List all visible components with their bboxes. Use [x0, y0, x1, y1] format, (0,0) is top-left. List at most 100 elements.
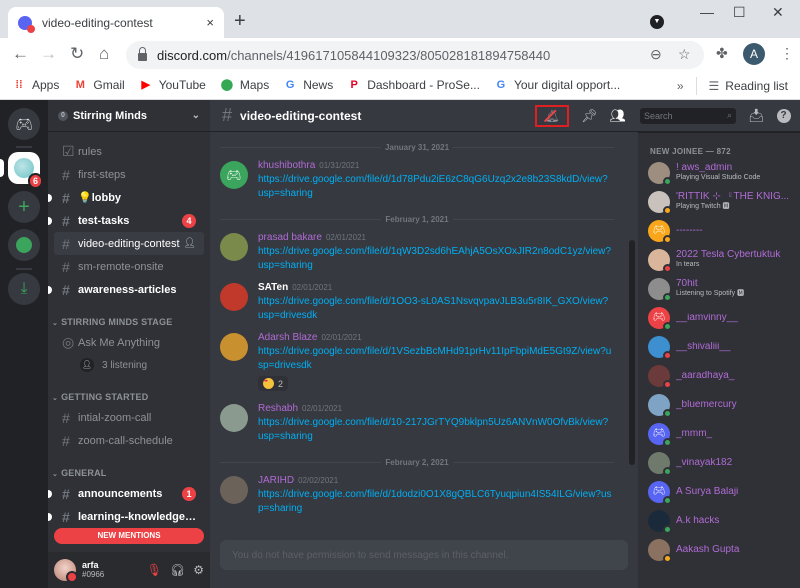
member-item[interactable]: 70hit Listening to Spotify 🅼 [648, 274, 800, 303]
create-invite-icon[interactable]: 👤︎ [183, 238, 196, 249]
bookmarks-overflow-button[interactable]: » [677, 79, 684, 93]
new-tab-button[interactable]: + [234, 10, 246, 33]
message-link[interactable]: https://drive.google.com/file/d/1OO3-sL0… [258, 295, 612, 323]
discord-home-button[interactable]: 🎮︎ [8, 108, 40, 140]
category-getting-started[interactable]: ⌄ GETTING STARTED [48, 384, 210, 406]
user-avatar[interactable] [54, 559, 78, 583]
channel-item[interactable]: # announcements 1 [48, 482, 204, 505]
settings-gear-icon[interactable]: ⚙ [193, 563, 204, 577]
category-general[interactable]: ⌄ GENERAL [48, 460, 210, 482]
search-input[interactable]: Search ⌕ [640, 107, 736, 124]
maximize-button[interactable]: ☐ [733, 4, 746, 21]
home-button[interactable]: ⌂ [99, 44, 109, 64]
member-item[interactable]: _vinayak182 [648, 448, 800, 477]
mute-channel-highlighted-button[interactable]: 🔔︎ [534, 104, 569, 127]
channel-item[interactable]: # intial-zoom-call [54, 406, 204, 429]
bookmark-dashboard-prose[interactable]: P Dashboard - ProSe... [347, 78, 480, 92]
message-header: SATen 02/01/2021 [258, 281, 612, 295]
tab-close-icon[interactable]: × [206, 15, 214, 30]
bookmark-star-icon[interactable]: ☆ [678, 46, 691, 63]
channel-item[interactable]: # 💡lobby [48, 186, 204, 209]
message: SATen 02/01/2021 https://drive.google.com/… [210, 277, 628, 327]
zoom-out-icon[interactable]: ⊖ [650, 46, 662, 63]
channel-item[interactable]: # test-tasks 4 [48, 209, 204, 232]
channel-item[interactable]: ☑ rules [54, 140, 204, 163]
extensions-puzzle-icon[interactable]: ✤ [716, 45, 728, 62]
bookmark-apps[interactable]: ⁞⁞ Apps [12, 78, 59, 92]
message-avatar[interactable] [220, 283, 248, 311]
menu-kebab-icon[interactable]: ⋮ [780, 45, 794, 62]
message-avatar[interactable]: 🎮︎ [220, 161, 248, 189]
profile-avatar[interactable]: A [743, 43, 765, 65]
channel-item[interactable]: # first-steps [54, 163, 204, 186]
inbox-icon[interactable]: 📥︎ [748, 108, 765, 124]
message-author[interactable]: prasad bakare [258, 232, 322, 243]
message-author[interactable]: khushibothra [258, 160, 315, 171]
stage-channel[interactable]: ◎ Ask Me Anything [54, 331, 204, 354]
member-item[interactable]: 🎮︎ -------- [648, 216, 800, 245]
member-text: _vinayak182 [676, 458, 796, 468]
member-item[interactable]: 🎮︎ _mmm_ [648, 419, 800, 448]
add-server-button[interactable]: + [8, 191, 40, 223]
message-author[interactable]: SATen [258, 282, 288, 293]
member-item[interactable]: 🎮︎ __iamvinny__ [648, 303, 800, 332]
bookmark-gmail[interactable]: M Gmail [73, 78, 125, 92]
pinned-messages-icon[interactable]: 📌︎ [581, 108, 598, 124]
member-list-toggle-icon[interactable]: 👥︎ [609, 108, 626, 124]
address-bar[interactable]: discord.com/channels/419617105844109323/… [126, 41, 704, 69]
message-author[interactable]: Reshabh [258, 403, 298, 414]
member-item[interactable]: Aakash Gupta [648, 535, 800, 564]
bookmark-maps[interactable]: ⬤ Maps [220, 78, 270, 92]
reload-button[interactable]: ↻ [70, 44, 84, 64]
server-header[interactable]: 0 Stirring Minds ⌄ [48, 100, 210, 132]
message-link[interactable]: https://drive.google.com/file/d/1VSezbBc… [258, 345, 612, 373]
member-item[interactable]: 🎮︎ A Surya Balaji [648, 477, 800, 506]
member-item[interactable]: _aaradhaya_ [648, 361, 800, 390]
channel-item[interactable]: # video-editing-contest 👤︎ [54, 232, 204, 255]
message-author[interactable]: Adarsh Blaze [258, 332, 317, 343]
search-icon: ⌕ [726, 110, 732, 120]
channel-item[interactable]: # sm-remote-onsite [54, 255, 204, 278]
status-online-icon [663, 466, 672, 476]
member-item[interactable]: A.k hacks [648, 506, 800, 535]
channel-item[interactable]: # awareness-articles [48, 278, 204, 301]
reaction-button[interactable]: 2 [258, 376, 289, 391]
back-button[interactable]: ← [12, 44, 29, 64]
headphones-icon[interactable]: 🎧︎ [170, 563, 185, 577]
channel-item[interactable]: # zoom-call-schedule [54, 429, 204, 452]
category-stage[interactable]: ⌄ STIRRING MINDS STAGE [48, 309, 210, 331]
message-link[interactable]: https://drive.google.com/file/d/1dodzi0O… [258, 488, 612, 516]
minimize-button[interactable]: — [700, 4, 714, 20]
message-link[interactable]: https://drive.google.com/file/d/1d78Pdu2… [258, 173, 612, 201]
message-avatar[interactable] [220, 404, 248, 432]
help-icon[interactable]: ? [776, 108, 791, 123]
channel-name: zoom-call-schedule [78, 434, 173, 447]
close-window-button[interactable]: ✕ [772, 4, 784, 21]
mute-mic-icon[interactable]: 🎙︎ [147, 563, 162, 577]
bookmark-your-digital-opport[interactable]: G Your digital opport... [494, 78, 621, 92]
reading-list-button[interactable]: Reading list [725, 79, 788, 93]
bookmark-news[interactable]: G News [283, 78, 333, 92]
message-avatar[interactable] [220, 333, 248, 361]
member-item[interactable]: _bluemercury [648, 390, 800, 419]
new-mentions-button[interactable]: NEW MENTIONS [54, 528, 204, 544]
browser-tab-active[interactable]: video-editing-contest × [8, 7, 224, 38]
chat-scrollbar[interactable] [629, 240, 635, 465]
download-apps-button[interactable]: ⤓ [8, 273, 40, 305]
member-item[interactable]: 2022 Tesla Cybertuktuk In tears [648, 245, 800, 274]
channel-item[interactable]: # learning--knowledge--re... [48, 505, 204, 528]
bookmark-youtube[interactable]: ▶ YouTube [139, 78, 205, 92]
tab-search-icon[interactable]: ▼ [650, 15, 664, 29]
member-item[interactable]: 'RITTIK ⊹ 『THE KNIG... Playing Twitch 🅼 [648, 187, 800, 216]
member-item[interactable]: ! aws_admin Playing Visual Studio Code [648, 158, 800, 187]
message-author[interactable]: JARIHD [258, 475, 294, 486]
message-link[interactable]: https://drive.google.com/file/d/1qW3D2sd… [258, 245, 612, 273]
explore-servers-button[interactable] [8, 229, 40, 261]
message-avatar[interactable] [220, 476, 248, 504]
message-avatar[interactable] [220, 233, 248, 261]
member-item[interactable]: __shivaliii__ [648, 332, 800, 361]
user-info[interactable]: arfa #0966 [82, 560, 139, 580]
chat-area: # video-editing-contest 🔔︎ 📌︎ 👥︎ January… [210, 100, 638, 588]
message-link[interactable]: https://drive.google.com/file/d/10-217JG… [258, 416, 612, 444]
forward-button[interactable]: → [40, 44, 57, 64]
